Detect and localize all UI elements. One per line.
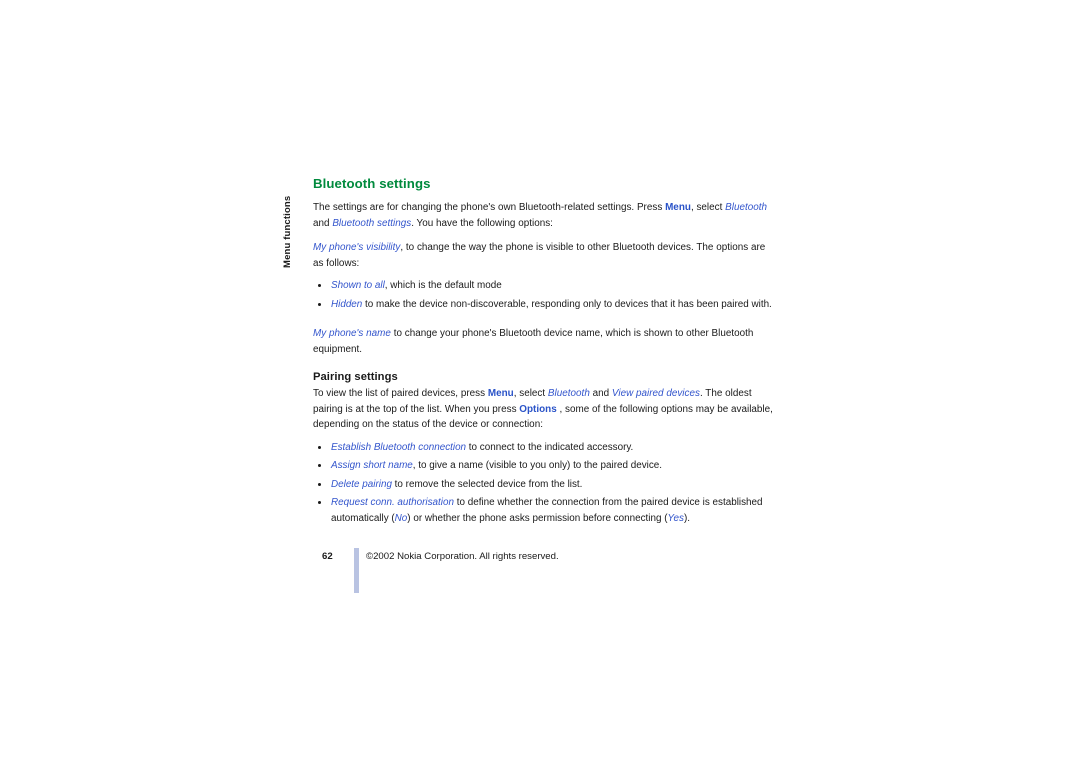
bullet-dot-icon	[318, 284, 321, 287]
pairing-text-3: and	[589, 388, 612, 399]
request-authorisation-text-3: ).	[683, 512, 691, 524]
running-head-label: Menu functions	[282, 195, 293, 268]
document-body: Bluetooth settings The settings are for …	[313, 176, 775, 535]
intro-paragraph: The settings are for changing the phone'…	[313, 200, 775, 231]
pairing-text-2: , select	[513, 388, 548, 399]
yes-value: Yes	[667, 512, 684, 524]
view-paired-devices-term: View paired devices	[611, 388, 700, 399]
intro-text-4: . You have the following options:	[411, 217, 553, 229]
list-item: Establish Bluetooth connection to connec…	[313, 440, 775, 456]
list-item: Hidden to make the device non-discoverab…	[313, 297, 775, 313]
delete-pairing-text: to remove the selected device from the l…	[391, 478, 583, 490]
establish-connection-text: to connect to the indicated accessory.	[466, 441, 634, 453]
pairing-options-list: Establish Bluetooth connection to connec…	[313, 440, 775, 527]
intro-text-3: and	[313, 217, 333, 229]
request-authorisation-term: Request conn. authorisation	[331, 497, 454, 508]
shown-to-all-term: Shown to all	[331, 280, 385, 291]
assign-short-name-text: , to give a name (visible to you only) t…	[412, 460, 663, 471]
visibility-paragraph: My phone's visibility, to change the way…	[313, 240, 775, 271]
request-authorisation-text-2: ) or whether the phone asks permission b…	[407, 512, 668, 524]
intro-text-2: , select	[690, 202, 726, 213]
menu-keyword: Menu	[487, 388, 514, 399]
visibility-options-list: Shown to all, which is the default mode …	[313, 278, 775, 312]
list-item: Request conn. authorisation to define wh…	[313, 495, 775, 526]
delete-pairing-term: Delete pairing	[331, 478, 392, 490]
options-keyword: Options	[519, 403, 557, 415]
my-phones-name-term: My phone's name	[313, 328, 391, 339]
list-item: Shown to all, which is the default mode	[313, 278, 775, 294]
shown-to-all-text: , which is the default mode	[384, 280, 502, 291]
page-number: 62	[322, 551, 333, 562]
assign-short-name-term: Assign short name	[331, 460, 413, 471]
pairing-paragraph: To view the list of paired devices, pres…	[313, 386, 775, 433]
hidden-term: Hidden	[331, 298, 363, 310]
page-footer: 62 ©2002 Nokia Corporation. All rights r…	[313, 548, 783, 598]
bluetooth-settings-term: Bluetooth settings	[332, 217, 412, 229]
page-title: Bluetooth settings	[313, 176, 431, 191]
bullet-dot-icon	[318, 501, 321, 504]
my-phones-visibility-term: My phone's visibility	[313, 242, 401, 253]
phone-name-paragraph: My phone's name to change your phone's B…	[313, 326, 775, 357]
hidden-text: to make the device non-discoverable, res…	[362, 298, 772, 310]
intro-text-1: The settings are for changing the phone'…	[313, 202, 666, 213]
no-value: No	[394, 512, 408, 524]
menu-keyword: Menu	[665, 202, 691, 213]
establish-connection-term: Establish Bluetooth connection	[331, 441, 467, 453]
pairing-text-1: To view the list of paired devices, pres…	[313, 388, 488, 399]
copyright-notice: ©2002 Nokia Corporation. All rights rese…	[366, 551, 559, 562]
bullet-dot-icon	[318, 464, 321, 467]
bluetooth-term: Bluetooth	[547, 388, 590, 399]
footer-rule-bar	[354, 548, 359, 593]
bullet-dot-icon	[318, 302, 321, 306]
list-item: Delete pairing to remove the selected de…	[313, 477, 775, 493]
running-head: Menu functions	[279, 178, 297, 268]
bluetooth-term: Bluetooth	[725, 202, 768, 213]
list-item: Assign short name, to give a name (visib…	[313, 458, 775, 474]
bullet-dot-icon	[318, 482, 321, 486]
section-subtitle: Pairing settings	[313, 371, 398, 383]
document-page: Menu functions Bluetooth settings The se…	[0, 0, 1080, 763]
bullet-dot-icon	[318, 445, 321, 449]
